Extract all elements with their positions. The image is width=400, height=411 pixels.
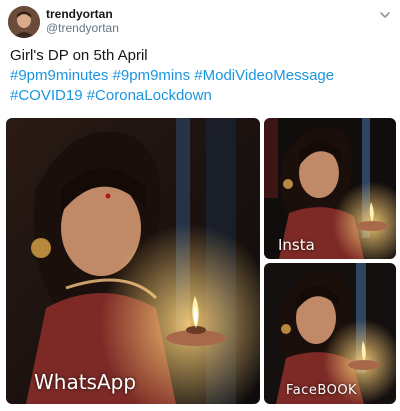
hashtag-link[interactable]: #CoronaLockdown (87, 87, 212, 104)
author-display-name[interactable]: trendyortan (46, 7, 113, 21)
hashtag-link[interactable]: #COVID19 (10, 87, 83, 104)
hashtag-link[interactable]: #9pm9minutes (10, 67, 108, 84)
author-handle[interactable]: @trendyortan (46, 21, 119, 35)
tweet-text-line: Girl's DP on 5th April (10, 47, 148, 64)
hashtag-link[interactable]: #ModiVideoMessage (194, 67, 334, 84)
hashtag-line: #9pm9minutes #9pm9mins #ModiVideoMessage (10, 66, 390, 86)
chevron-down-icon[interactable] (378, 8, 392, 22)
media-label-facebook: FaceBOOK (286, 383, 358, 398)
hashtag-line: #COVID19 #CoronaLockdown (10, 86, 390, 106)
author-avatar[interactable] (8, 6, 40, 38)
media-label-whatsapp: WhatsApp (34, 370, 137, 394)
tweet-header: trendyortan @trendyortan (0, 0, 400, 40)
tweet-media: WhatsApp Insta FaceBOOK (6, 118, 396, 404)
tweet-text: Girl's DP on 5th April #9pm9minutes #9pm… (10, 46, 390, 106)
hashtag-link[interactable]: #9pm9mins (113, 67, 191, 84)
media-image-whatsapp[interactable]: WhatsApp (6, 118, 260, 404)
candle-girl-photo (6, 118, 260, 404)
media-label-insta: Insta (278, 236, 315, 254)
media-image-facebook[interactable]: FaceBOOK (264, 263, 396, 404)
media-image-insta[interactable]: Insta (264, 118, 396, 259)
avatar-image (8, 6, 40, 38)
